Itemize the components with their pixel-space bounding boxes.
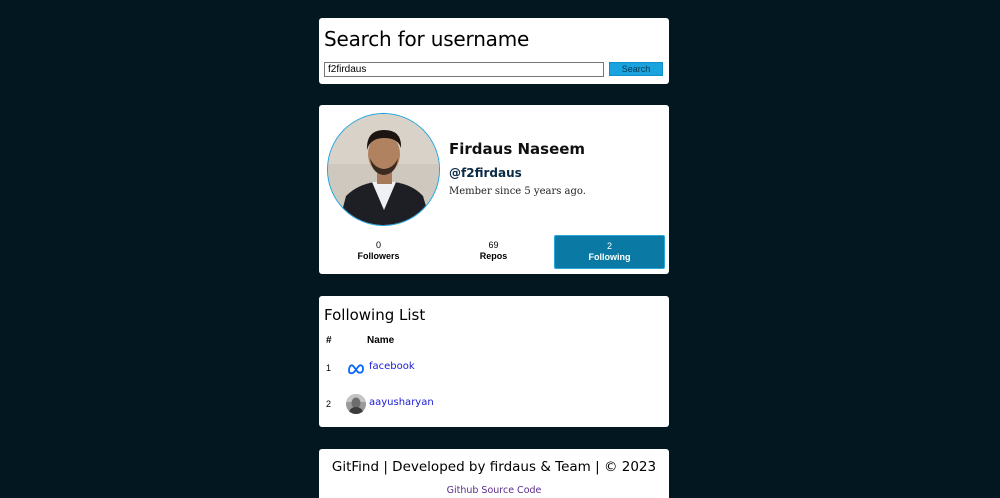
- following-user-link[interactable]: facebook: [369, 361, 415, 372]
- profile-card: Firdaus Naseem @f2firdaus Member since 5…: [319, 105, 669, 274]
- following-user-link[interactable]: aayusharyan: [369, 397, 434, 408]
- table-row: 2 aayusharyan: [319, 391, 669, 417]
- row-index: 1: [326, 363, 332, 373]
- row-index: 2: [326, 399, 332, 409]
- footer-text: GitFind | Developed by firdaus & Team | …: [331, 459, 657, 475]
- repos-count: 69: [488, 240, 499, 250]
- following-label: Following: [588, 252, 631, 262]
- search-card: Search for username Search: [319, 18, 669, 84]
- meta-logo-icon: [346, 358, 366, 378]
- profile-username-link[interactable]: @f2firdaus: [449, 166, 522, 180]
- following-list-card: Following List # Name 1 facebook 2 aayus…: [319, 296, 669, 427]
- search-button[interactable]: Search: [609, 62, 663, 76]
- profile-name: Firdaus Naseem: [449, 140, 586, 158]
- followers-count: 0: [375, 240, 381, 250]
- repos-label: Repos: [479, 251, 508, 261]
- search-input[interactable]: [324, 62, 604, 77]
- following-count: 2: [606, 241, 612, 251]
- member-since-text: Member since 5 years ago.: [449, 186, 586, 197]
- table-row: 1 facebook: [319, 355, 669, 381]
- profile-photo-icon: [328, 114, 439, 225]
- user-avatar-icon: [346, 394, 366, 414]
- table-header-index: #: [326, 335, 332, 346]
- repos-tab[interactable]: 69 Repos: [438, 235, 549, 269]
- followers-label: Followers: [357, 251, 400, 261]
- github-source-link[interactable]: Github Source Code: [319, 485, 669, 496]
- followers-tab[interactable]: 0 Followers: [323, 235, 434, 269]
- profile-avatar: [327, 113, 440, 226]
- table-header-name: Name: [367, 335, 395, 346]
- footer-card: GitFind | Developed by firdaus & Team | …: [319, 449, 669, 498]
- following-list-title: Following List: [324, 306, 426, 324]
- search-title: Search for username: [324, 27, 530, 51]
- following-tab[interactable]: 2 Following: [554, 235, 665, 269]
